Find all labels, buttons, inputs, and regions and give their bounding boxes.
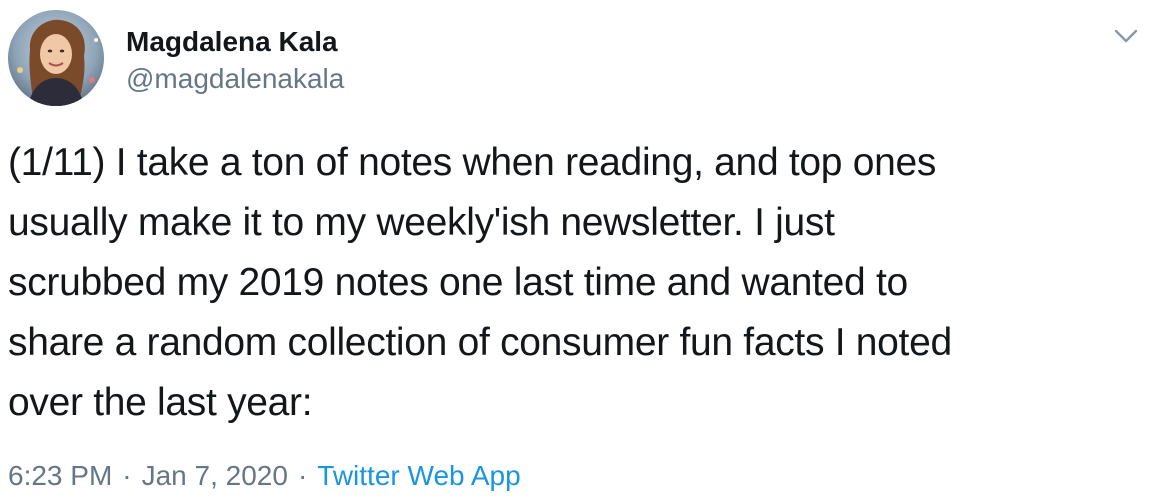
tweet-text-line: over the last year:	[8, 381, 313, 424]
tweet-text-line: (1/11) I take a ton of notes when readin…	[8, 141, 937, 184]
avatar[interactable]	[8, 10, 104, 106]
tweet-date[interactable]: Jan 7, 2020	[142, 460, 288, 491]
meta-separator: ·	[122, 460, 132, 491]
avatar-image	[8, 10, 104, 106]
tweet-source-link[interactable]: Twitter Web App	[317, 460, 520, 491]
tweet-meta: 6:23 PM · Jan 7, 2020 · Twitter Web App	[8, 459, 521, 493]
tweet-time[interactable]: 6:23 PM	[8, 460, 112, 491]
tweet-text-line: scrubbed my 2019 notes one last time and…	[8, 261, 908, 304]
tweet-text-line: share a random collection of consumer fu…	[8, 321, 952, 364]
author-handle[interactable]: @magdalenakala	[126, 62, 344, 96]
tweet-text-line: usually make it to my weekly'ish newslet…	[8, 201, 835, 244]
author-display-name[interactable]: Magdalena Kala	[126, 25, 338, 59]
chevron-down-icon[interactable]	[1112, 22, 1140, 50]
meta-separator: ·	[297, 460, 308, 491]
tweet-card: Magdalena Kala @magdalenakala (1/11) I t…	[0, 0, 1150, 500]
tweet-text: (1/11) I take a ton of notes when readin…	[8, 133, 1138, 433]
